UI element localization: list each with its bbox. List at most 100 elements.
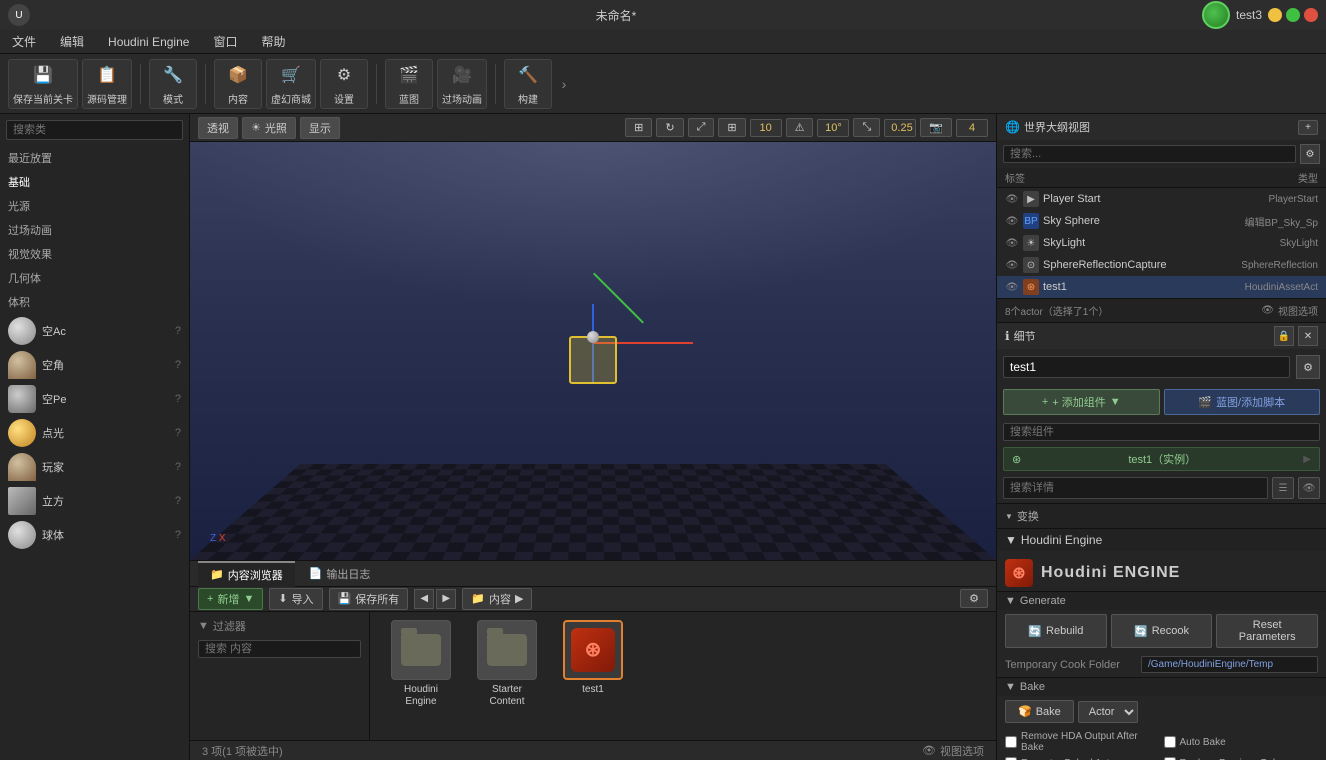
perspective-btn[interactable]: 透视 (198, 117, 238, 139)
component-search-input[interactable] (1003, 423, 1320, 441)
details-settings-btn[interactable]: ⚙ (1296, 355, 1320, 379)
outliner-row-selected[interactable]: 👁 ⊛ test1 HoudiniAssetAct (997, 276, 1326, 298)
expand-btn[interactable]: ⤡ (853, 118, 880, 137)
detail-eye-btn[interactable]: 👁 (1298, 477, 1320, 499)
new-btn[interactable]: + 新增 ▼ (198, 588, 263, 610)
outliner-settings-btn[interactable]: ⚙ (1300, 144, 1320, 164)
tab-content-browser[interactable]: 📁 内容浏览器 (198, 561, 295, 587)
item-help[interactable]: ? (175, 495, 181, 507)
details-lock-btn[interactable]: 🔒 (1274, 326, 1294, 346)
grid-btn[interactable]: ⊞ (718, 118, 745, 137)
outliner-row[interactable]: 👁 BP Sky Sphere 编辑BP_Sky_Sp (997, 210, 1326, 232)
view-options-label[interactable]: 视图选项 (940, 743, 984, 759)
bottom-search-input[interactable] (198, 640, 361, 658)
close-button[interactable] (1304, 8, 1318, 22)
he-generate-section[interactable]: ▼ Generate (997, 591, 1326, 610)
list-item[interactable]: 空Ac ? (0, 314, 189, 348)
item-help[interactable]: ? (175, 359, 181, 371)
angle-value[interactable]: 10° (817, 119, 849, 137)
bake-type-select[interactable]: Actor (1078, 701, 1138, 723)
toolbar-expand[interactable]: › (556, 59, 572, 109)
blueprint-script-btn[interactable]: 🎬 蓝图/添加脚本 (1164, 389, 1321, 415)
outliner-add-btn[interactable]: + (1298, 120, 1318, 135)
remove-hda-checkbox[interactable] (1005, 736, 1017, 748)
show-btn[interactable]: 显示 (300, 117, 340, 139)
actor-name-input[interactable] (1003, 356, 1290, 378)
lighting-btn[interactable]: ☀ 光照 (242, 117, 296, 139)
outliner-row[interactable]: 👁 ☀ SkyLight SkyLight (997, 232, 1326, 254)
toolbar-source[interactable]: 📋 源码管理 (82, 59, 132, 109)
menu-houdini-engine[interactable]: Houdini Engine (104, 33, 193, 51)
detail-search-input[interactable] (1003, 477, 1268, 499)
viewport-canvas[interactable]: Z X (190, 142, 996, 560)
item-help[interactable]: ? (175, 325, 181, 337)
auto-bake-checkbox[interactable] (1164, 736, 1176, 748)
section-light[interactable]: 光源 (0, 194, 189, 218)
section-geometry[interactable]: 几何体 (0, 266, 189, 290)
list-item[interactable]: 点光 ? (0, 416, 189, 450)
details-close-btn[interactable]: ✕ (1298, 326, 1318, 346)
minimize-button[interactable] (1268, 8, 1282, 22)
reset-params-btn[interactable]: Reset Parameters (1216, 614, 1318, 648)
list-item[interactable]: 玩家 ? (0, 450, 189, 484)
list-item[interactable]: 立方 ? (0, 484, 189, 518)
visibility-btn[interactable]: 👁 (1005, 280, 1019, 294)
list-item[interactable]: 空Pe ? (0, 382, 189, 416)
recent-section[interactable]: 最近放置 (0, 146, 189, 170)
maximize-button[interactable] (1286, 8, 1300, 22)
bake-btn[interactable]: 🍞 Bake (1005, 700, 1074, 723)
section-basic[interactable]: 基础 (0, 170, 189, 194)
list-item[interactable]: StarterContent (472, 620, 542, 732)
auto-bake-check[interactable]: Auto Bake (1164, 731, 1319, 753)
list-item[interactable]: HoudiniEngine (386, 620, 456, 732)
menu-edit[interactable]: 编辑 (56, 31, 88, 52)
visibility-btn[interactable]: 👁 (1005, 236, 1019, 250)
tab-output-log[interactable]: 📄 输出日志 (297, 562, 383, 586)
rotate-snap[interactable]: ↻ (656, 118, 683, 137)
remove-hda-check[interactable]: Remove HDA Output After Bake (1005, 731, 1160, 753)
toolbar-settings[interactable]: ⚙ 设置 (320, 59, 368, 109)
cam-btn[interactable]: 📷 (920, 118, 952, 137)
toolbar-build[interactable]: 🔨 构建 (504, 59, 552, 109)
outliner-row[interactable]: 👁 ▶ Player Start PlayerStart (997, 188, 1326, 210)
section-cinematic[interactable]: 过场动画 (0, 218, 189, 242)
outliner-search-input[interactable] (1003, 145, 1296, 163)
menu-file[interactable]: 文件 (8, 31, 40, 52)
rebuild-btn[interactable]: 🔄 Rebuild (1005, 614, 1107, 648)
scale-snap[interactable]: ⤢ (688, 118, 715, 137)
cam-value[interactable]: 4 (956, 119, 988, 137)
import-btn[interactable]: ⬇ 导入 (269, 588, 322, 610)
item-help[interactable]: ? (175, 427, 181, 439)
component-instance[interactable]: ⊛ test1（实例） ▶ (1003, 447, 1320, 471)
nav-forward[interactable]: ▶ (436, 589, 456, 609)
save-all-btn[interactable]: 💾 保存所有 (329, 588, 409, 610)
grid-size[interactable]: 10 (750, 119, 782, 137)
list-item[interactable]: 空角 ? (0, 348, 189, 382)
translate-snap[interactable]: ⊞ (625, 118, 652, 137)
he-section-header[interactable]: ▼ Houdini Engine (997, 528, 1326, 551)
item-help[interactable]: ? (175, 529, 181, 541)
detail-grid-btn[interactable]: ☰ (1272, 477, 1294, 499)
content-path-btn[interactable]: 📁 内容 ▶ (462, 588, 532, 610)
toolbar-cinematics[interactable]: 🎥 过场动画 (437, 59, 487, 109)
list-item[interactable]: ⊛ test1 (558, 620, 628, 732)
recook-btn[interactable]: 🔄 Recook (1111, 614, 1213, 648)
visibility-btn[interactable]: 👁 (1005, 258, 1019, 272)
scale-value[interactable]: 0.25 (884, 119, 916, 137)
angle-warning[interactable]: ⚠ (786, 118, 814, 137)
menu-window[interactable]: 窗口 (209, 31, 241, 52)
add-component-btn[interactable]: + + 添加组件 ▼ (1003, 389, 1160, 415)
outliner-view-options[interactable]: 视图选项 (1278, 303, 1318, 318)
toolbar-save[interactable]: 💾 保存当前关卡 (8, 59, 78, 109)
view-settings-btn[interactable]: ⚙ (960, 589, 988, 608)
actor-type-link[interactable]: 编辑BP_Sky_Sp (1198, 214, 1318, 229)
toolbar-mode[interactable]: 🔧 模式 (149, 59, 197, 109)
section-volume[interactable]: 体积 (0, 290, 189, 314)
visibility-btn[interactable]: 👁 (1005, 214, 1019, 228)
he-bake-section[interactable]: ▼ Bake (997, 677, 1326, 696)
list-item[interactable]: 球体 ? (0, 518, 189, 552)
item-help[interactable]: ? (175, 393, 181, 405)
menu-help[interactable]: 帮助 (257, 31, 289, 52)
section-visual[interactable]: 视觉效果 (0, 242, 189, 266)
item-help[interactable]: ? (175, 461, 181, 473)
